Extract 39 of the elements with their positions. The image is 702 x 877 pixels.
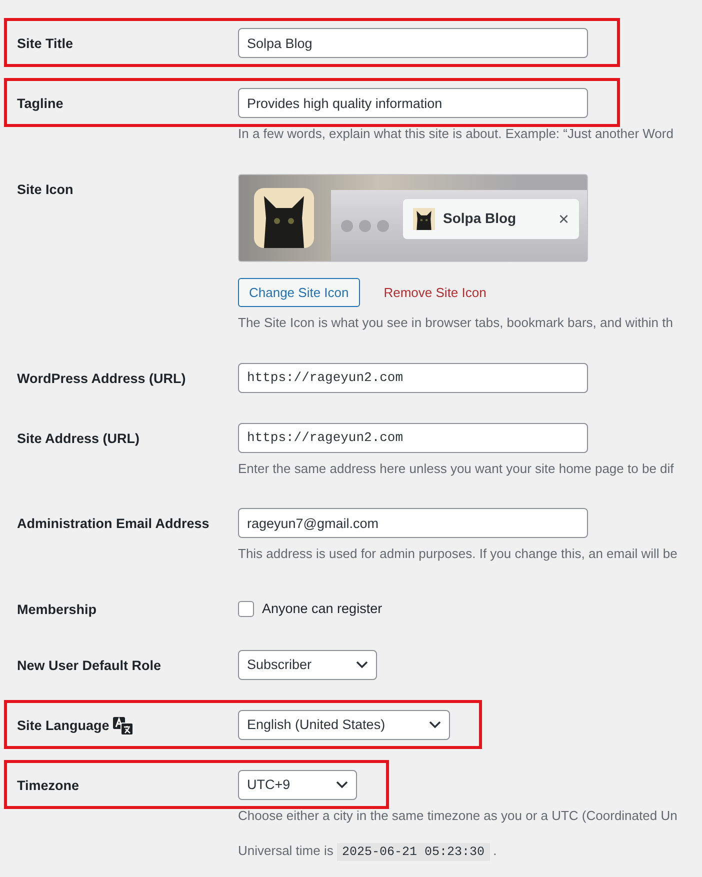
field-label: Timezone [17, 776, 80, 795]
field-label: New User Default Role [17, 656, 162, 675]
field-label: Membership [17, 600, 97, 619]
text-field[interactable]: Provides high quality information [238, 88, 588, 118]
url-field[interactable]: https://rageyun2.com [238, 422, 588, 452]
chevron-down-icon [336, 780, 348, 789]
field-description: This address is used for admin purposes. If you change this, an email will be [238, 545, 678, 563]
text-field[interactable]: Solpa Blog [238, 28, 588, 58]
select-field[interactable]: UTC+9 [238, 770, 357, 800]
window-dot-icon [377, 220, 389, 232]
field-label: Site Address (URL) [17, 430, 140, 448]
remove-icon-link[interactable]: Remove Site Icon [384, 282, 486, 302]
checkbox[interactable] [238, 600, 254, 617]
field-label: Tagline [17, 95, 64, 113]
close-icon: × [558, 210, 569, 228]
field-label: Site Language [17, 716, 110, 735]
select-field[interactable]: English (United States) [238, 710, 450, 740]
field-label: Site Title [17, 35, 74, 53]
field-label: Administration Email Address [17, 515, 210, 533]
checkbox-label: Anyone can register [262, 600, 382, 618]
field-label: WordPress Address (URL) [17, 370, 186, 388]
tab-title: Solpa Blog [443, 209, 518, 228]
text-field[interactable]: rageyun7@gmail.com [238, 508, 588, 538]
field-label: Site Icon [17, 180, 74, 198]
help-link[interactable]: want your site home page to be dif [475, 460, 674, 476]
field-description: Choose either a city in the same timezone as you or a UTC (Coordinated Un [238, 806, 678, 825]
select-field[interactable]: Subscriber [238, 650, 377, 680]
url-field[interactable]: https://rageyun2.com [238, 362, 588, 392]
chevron-down-icon [429, 720, 442, 729]
change-icon-button[interactable]: Change Site Icon [238, 278, 360, 307]
window-dot-icon [341, 220, 353, 232]
time-label: Universal time is [238, 843, 334, 858]
field-description: In a few words, explain what this site is about. Example: “Just another Word [238, 125, 674, 143]
time-value: 2025-06-21 05:23:30 [336, 843, 490, 862]
field-description: The Site Icon is what you see in browser tabs, bookmark bars, and within th [238, 314, 674, 332]
chevron-down-icon [356, 660, 368, 669]
time-suffix: . [492, 843, 497, 858]
field-description: Enter the same address here unless you want your site home page to be dif [238, 460, 675, 478]
window-dot-icon [359, 220, 371, 232]
